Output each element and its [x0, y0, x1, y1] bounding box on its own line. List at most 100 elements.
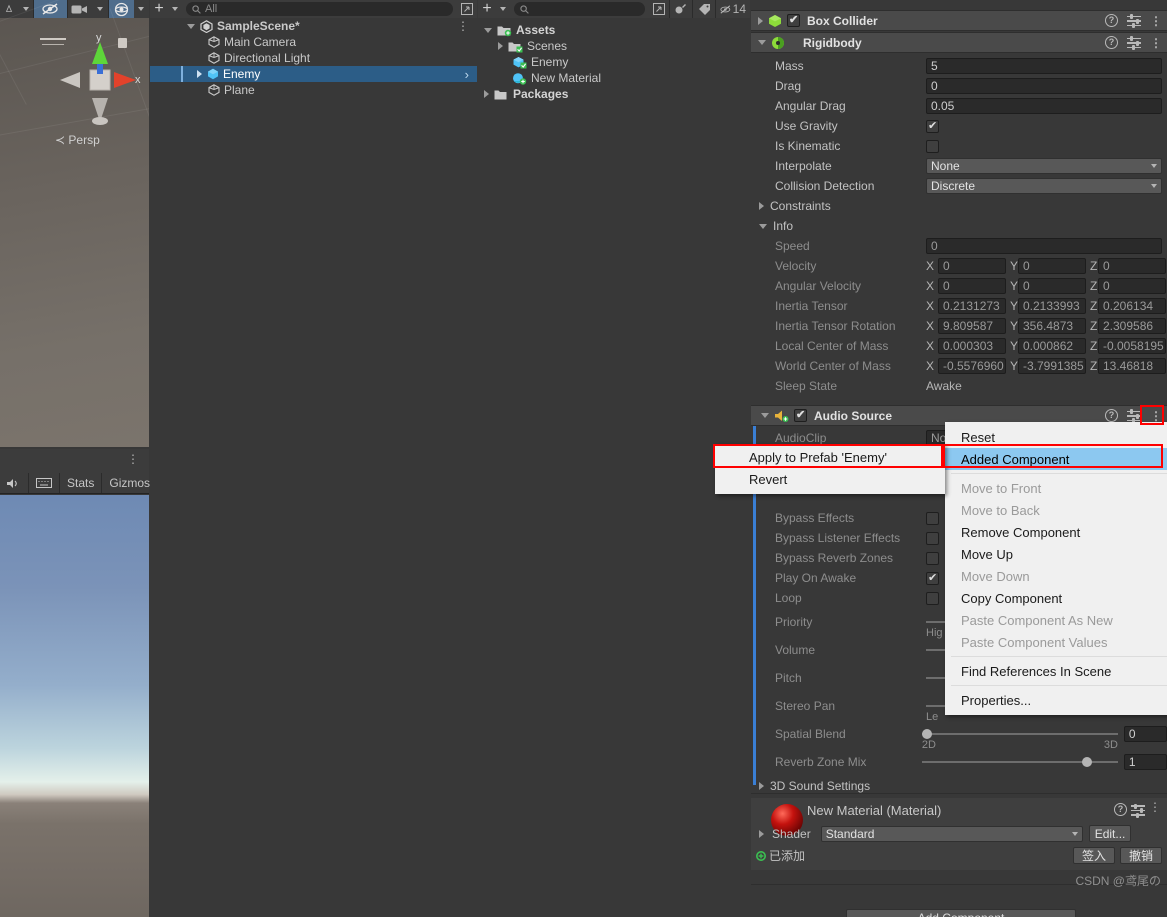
- chevron-down-icon[interactable]: [759, 223, 767, 229]
- scene-view-canvas[interactable]: y x ≺ Persp: [0, 0, 149, 447]
- chevron-down-icon[interactable]: [761, 413, 769, 418]
- component-menu-icon[interactable]: ⋮: [1150, 37, 1162, 49]
- info-label-local-center-of-mass: Local Center of Mass: [775, 339, 889, 353]
- spatial-blend-slider[interactable]: [921, 729, 1118, 739]
- project-tree: Assets Scenes Enemy New Material Package…: [478, 22, 750, 102]
- preset-icon[interactable]: [1131, 803, 1145, 818]
- scene-projection-label[interactable]: ≺ Persp: [55, 133, 100, 147]
- component-menu-icon[interactable]: ⋮: [1150, 15, 1162, 27]
- project-add-dropdown[interactable]: [496, 0, 510, 18]
- camera-dropdown[interactable]: [92, 0, 107, 18]
- spatial-blend-knob[interactable]: [921, 729, 932, 739]
- reverb-zone-mix-slider[interactable]: [921, 757, 1118, 767]
- shader-edit-button[interactable]: Edit...: [1088, 825, 1132, 842]
- project-expand-icon[interactable]: [649, 0, 669, 18]
- preset-icon[interactable]: [1127, 36, 1141, 50]
- hierarchy-add-dropdown[interactable]: [168, 0, 182, 18]
- help-icon[interactable]: ?: [1114, 803, 1127, 816]
- menu-item-properties[interactable]: Properties...: [945, 689, 1167, 711]
- project-item-assets[interactable]: Assets: [478, 22, 750, 38]
- bypass-effects-checkbox[interactable]: [926, 511, 939, 525]
- search-by-label-icon[interactable]: [693, 0, 715, 18]
- chevron-right-icon[interactable]: [498, 42, 503, 50]
- collision-detection-dropdown[interactable]: Discrete: [926, 178, 1162, 194]
- help-icon[interactable]: ?: [1105, 36, 1118, 49]
- box-collider-enabled-checkbox[interactable]: [787, 13, 800, 27]
- hierarchy-add-button[interactable]: +: [150, 0, 168, 18]
- spatial-blend-value[interactable]: 0: [1123, 726, 1167, 742]
- hierarchy-search-input[interactable]: All: [186, 2, 453, 16]
- bypass-reverb-zones-checkbox[interactable]: [926, 551, 939, 565]
- angular-drag-input[interactable]: 0.05: [926, 98, 1162, 114]
- hierarchy-item-enemy[interactable]: Enemy ›: [150, 66, 477, 82]
- loop-checkbox[interactable]: [926, 591, 939, 605]
- bypass-listener-effects-checkbox[interactable]: [926, 531, 939, 545]
- scene-context-menu-icon[interactable]: ⋮: [457, 20, 469, 32]
- project-item-packages[interactable]: Packages: [478, 86, 750, 102]
- game-view-menu-icon[interactable]: ⋮: [127, 453, 139, 465]
- preset-icon[interactable]: [1127, 14, 1141, 28]
- revert-button[interactable]: 撤销: [1119, 847, 1162, 864]
- mass-input[interactable]: 5: [926, 58, 1162, 74]
- gizmos-button[interactable]: Gizmos: [102, 473, 157, 493]
- search-by-type-icon[interactable]: [670, 0, 692, 18]
- use-gravity-checkbox[interactable]: [926, 119, 939, 133]
- transform-gizmo[interactable]: y x: [50, 32, 149, 128]
- play-on-awake-checkbox[interactable]: [926, 571, 939, 585]
- project-visibility-count[interactable]: 14: [716, 0, 750, 18]
- menu-item-find-references-in-scene[interactable]: Find References In Scene: [945, 660, 1167, 682]
- keyboard-icon[interactable]: [29, 473, 60, 493]
- menu-item-move-up[interactable]: Move Up: [945, 543, 1167, 565]
- foldout-constraints[interactable]: Constraints: [751, 196, 1167, 216]
- shader-dropdown[interactable]: Standard: [820, 825, 1083, 842]
- help-icon[interactable]: ?: [1105, 409, 1118, 422]
- add-component-button[interactable]: Add Component: [846, 909, 1076, 917]
- project-item-new-material[interactable]: New Material: [478, 70, 750, 86]
- menu-item-remove-component[interactable]: Remove Component: [945, 521, 1167, 543]
- menu-item-added-component[interactable]: Added Component: [945, 448, 1167, 470]
- preset-icon[interactable]: [1127, 409, 1141, 423]
- project-item-enemy[interactable]: Enemy: [478, 54, 750, 70]
- mute-audio-button[interactable]: [0, 473, 29, 493]
- folder-assets-icon: [497, 24, 512, 37]
- project-item-scenes[interactable]: Scenes: [478, 38, 750, 54]
- project-search-input[interactable]: [514, 2, 645, 16]
- hierarchy-expand-icon[interactable]: [457, 0, 477, 18]
- component-header-rigidbody[interactable]: Rigidbody ? ⋮: [751, 32, 1167, 53]
- is-kinematic-checkbox[interactable]: [926, 139, 939, 153]
- chevron-right-icon[interactable]: [758, 16, 763, 25]
- audio-source-enabled-checkbox[interactable]: [794, 408, 807, 422]
- hierarchy-item-main-camera[interactable]: Main Camera: [150, 34, 477, 50]
- component-header-box-collider[interactable]: Box Collider ? ⋮: [751, 10, 1167, 31]
- project-add-button[interactable]: +: [478, 0, 496, 18]
- material-menu-icon[interactable]: ⋮: [1149, 801, 1161, 813]
- hierarchy-item-samplescene[interactable]: SampleScene* ⋮: [150, 18, 477, 34]
- chevron-down-icon[interactable]: [758, 40, 766, 45]
- camera-overlay-toggle[interactable]: [67, 0, 92, 18]
- chevron-right-icon[interactable]: [197, 70, 202, 78]
- menu-item-copy-component[interactable]: Copy Component: [945, 587, 1167, 609]
- menu-item-reset[interactable]: Reset: [945, 426, 1167, 448]
- reverb-zone-mix-knob[interactable]: [1081, 757, 1092, 767]
- chevron-down-icon[interactable]: [484, 27, 492, 33]
- chevron-down-icon[interactable]: [187, 23, 195, 29]
- help-icon[interactable]: ?: [1105, 14, 1118, 27]
- interpolate-dropdown[interactable]: None: [926, 158, 1162, 174]
- menu-item-apply-to-prefab[interactable]: Apply to Prefab 'Enemy': [715, 446, 945, 468]
- foldout-info[interactable]: Info: [751, 216, 1167, 236]
- chevron-right-icon[interactable]: [484, 90, 489, 98]
- gizmos-dropdown[interactable]: [134, 0, 149, 18]
- hierarchy-item-directional-light[interactable]: Directional Light: [150, 50, 477, 66]
- menu-item-revert[interactable]: Revert: [715, 468, 945, 490]
- audio-source-context-menu-icon[interactable]: ⋮: [1150, 410, 1162, 422]
- hierarchy-item-plane[interactable]: Plane: [150, 82, 477, 98]
- reverb-zone-mix-value[interactable]: 1: [1123, 754, 1167, 770]
- stats-button[interactable]: Stats: [60, 473, 103, 493]
- chevron-right-icon[interactable]: [759, 782, 764, 790]
- game-view-render[interactable]: [0, 495, 149, 917]
- checkin-button[interactable]: 签入: [1072, 847, 1115, 864]
- chevron-right-icon[interactable]: [759, 829, 764, 838]
- drag-input[interactable]: 0: [926, 78, 1162, 94]
- chevron-right-icon[interactable]: [759, 202, 764, 210]
- prefab-open-chevron-icon[interactable]: ›: [465, 67, 469, 82]
